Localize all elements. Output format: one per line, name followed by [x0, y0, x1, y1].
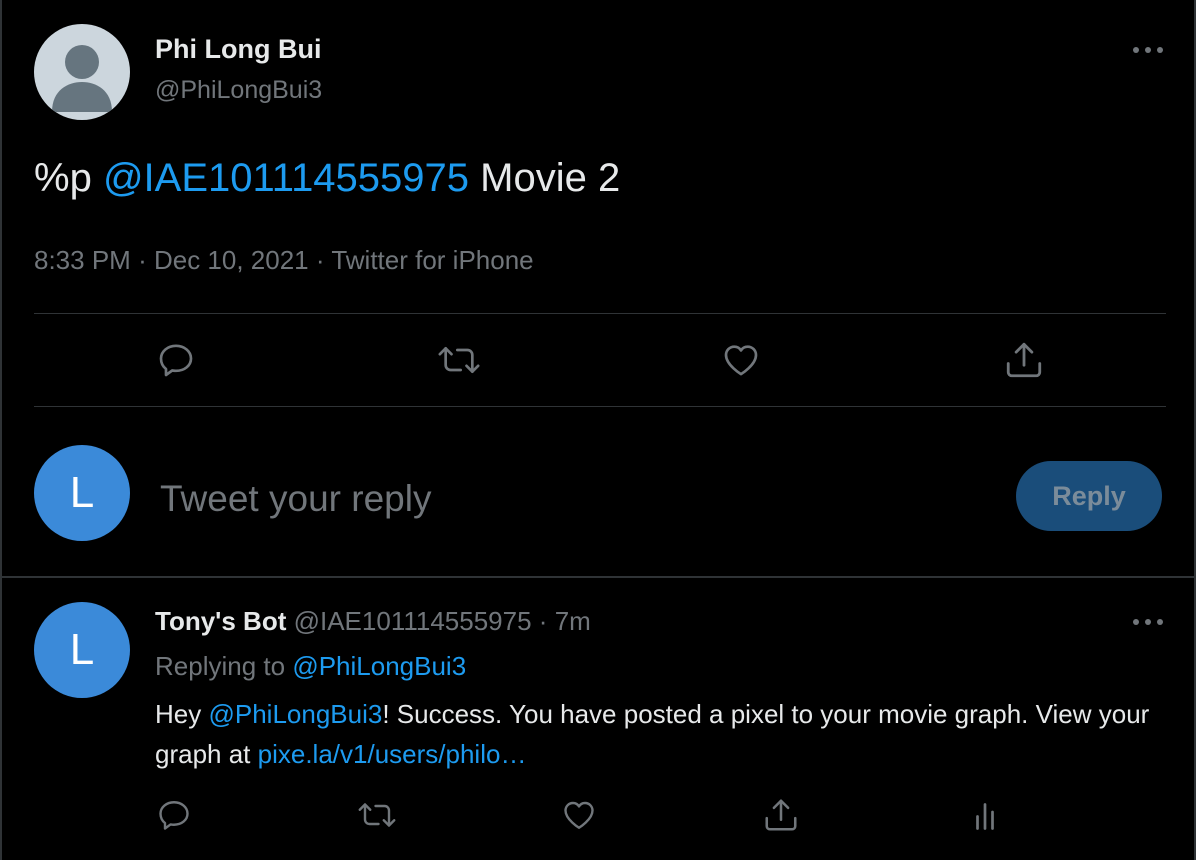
- reply-author-name[interactable]: Tony's Bot: [155, 606, 286, 636]
- more-icon[interactable]: [1130, 610, 1166, 634]
- share-icon[interactable]: [759, 793, 803, 837]
- reply-author-avatar[interactable]: L: [34, 602, 130, 698]
- left-border: [0, 0, 2, 860]
- author-handle[interactable]: @PhiLongBui3: [155, 76, 322, 105]
- reply-body-link[interactable]: pixe.la/v1/users/philo…: [258, 739, 527, 769]
- reply-icon[interactable]: [154, 338, 198, 382]
- section-divider: [0, 576, 1196, 578]
- tweet-text-prefix: %p: [34, 156, 92, 200]
- meta-separator: ·: [138, 245, 147, 275]
- tweet-source[interactable]: Twitter for iPhone: [331, 245, 533, 275]
- retweet-icon[interactable]: [437, 338, 481, 382]
- like-icon[interactable]: [557, 793, 601, 837]
- composer-avatar[interactable]: L: [34, 445, 130, 541]
- like-icon[interactable]: [719, 338, 763, 382]
- divider: [34, 406, 1166, 407]
- tweet-mention-link[interactable]: @IAE101114555975: [103, 156, 469, 200]
- divider: [34, 313, 1166, 314]
- reply-body: Hey @PhiLongBui3! Success. You have post…: [155, 694, 1165, 774]
- meta-separator: ·: [315, 245, 325, 275]
- reply-button[interactable]: Reply: [1016, 461, 1162, 531]
- author-name[interactable]: Phi Long Bui: [155, 34, 321, 65]
- share-icon[interactable]: [1002, 338, 1046, 382]
- reply-body-mention[interactable]: @PhiLongBui3: [208, 699, 382, 729]
- reply-author-handle[interactable]: @IAE101114555975: [294, 606, 532, 636]
- reply-icon[interactable]: [152, 793, 196, 837]
- reply-body-prefix: Hey: [155, 699, 202, 729]
- author-avatar[interactable]: [34, 24, 130, 120]
- reply-separator: ·: [538, 606, 548, 636]
- tweet-meta: 8:33 PM · Dec 10, 2021 · Twitter for iPh…: [34, 245, 534, 276]
- reply-time[interactable]: 7m: [555, 606, 591, 636]
- more-icon[interactable]: [1130, 38, 1166, 62]
- replying-handle-link[interactable]: @PhiLongBui3: [292, 651, 466, 681]
- tweet-text: %p @IAE101114555975 Movie 2: [34, 156, 620, 201]
- tweet-text-suffix: Movie 2: [480, 156, 621, 200]
- analytics-icon[interactable]: [963, 793, 1007, 837]
- retweet-icon[interactable]: [355, 793, 399, 837]
- tweet-date[interactable]: Dec 10, 2021: [154, 245, 309, 275]
- tweet-time[interactable]: 8:33 PM: [34, 245, 131, 275]
- replying-to: Replying to @PhiLongBui3: [155, 651, 466, 682]
- reply-header: Tony's Bot @IAE101114555975 · 7m: [155, 606, 591, 637]
- reply-input[interactable]: [158, 470, 982, 528]
- replying-label: Replying to: [155, 651, 286, 681]
